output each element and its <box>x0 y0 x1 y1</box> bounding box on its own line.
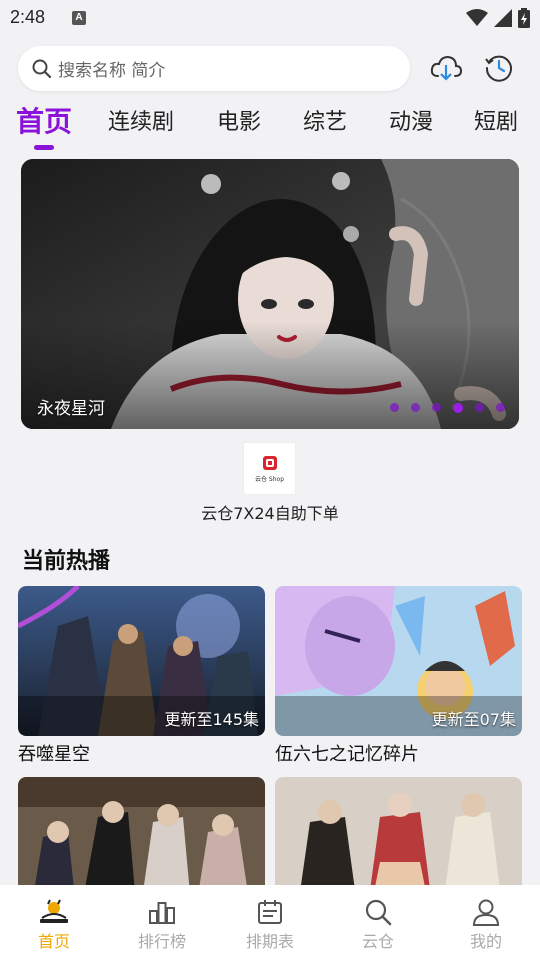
ad-logo[interactable]: 云仓 Shop <box>243 442 296 495</box>
shop-logo-icon <box>262 455 277 470</box>
cloud-download-icon <box>430 55 462 81</box>
tab-anime[interactable]: 动漫 <box>389 104 433 136</box>
ranking-icon <box>149 902 175 924</box>
carousel-dot[interactable] <box>475 403 484 412</box>
nav-profile[interactable]: 我的 <box>432 885 540 960</box>
home-logo-icon <box>40 899 68 923</box>
history-icon <box>485 55 512 82</box>
battery-icon <box>518 8 530 28</box>
status-bar: 2:48 A <box>0 0 540 36</box>
search-input[interactable]: 搜索名称 简介 <box>18 46 410 91</box>
tab-indicator <box>34 145 54 150</box>
card-thumbnail: 更新至145集 <box>18 586 265 736</box>
section-title: 当前热播 <box>22 549 111 574</box>
search-placeholder: 搜索名称 简介 <box>58 61 166 81</box>
ad-logo-text: 云仓 Shop <box>255 475 284 483</box>
nav-home[interactable]: 首页 <box>0 885 108 960</box>
signal-icon <box>494 9 512 27</box>
category-tabs: 首页 连续剧 电影 综艺 动漫 短剧 <box>0 100 540 150</box>
schedule-icon <box>258 900 282 924</box>
banner-image <box>21 159 519 429</box>
bottom-navigation: 首页 排行榜 排期表 云仓 我的 <box>0 885 540 960</box>
carousel-dot[interactable] <box>496 403 505 412</box>
carousel-dots <box>390 403 505 413</box>
card-update-badge: 更新至145集 <box>164 710 259 729</box>
ad-link[interactable]: 云仓7X24自助下单 <box>0 500 540 524</box>
nav-cloud-search[interactable]: 云仓 <box>324 885 432 960</box>
card-title[interactable]: 伍六七之记忆碎片 <box>275 740 419 766</box>
nav-ranking[interactable]: 排行榜 <box>108 885 216 960</box>
card-title[interactable]: 吞噬星空 <box>18 740 90 766</box>
tab-movies[interactable]: 电影 <box>217 104 261 136</box>
tab-variety[interactable]: 综艺 <box>303 104 347 136</box>
nav-schedule[interactable]: 排期表 <box>216 885 324 960</box>
notification-icon: A <box>72 11 86 25</box>
video-card[interactable]: 更新至07集 <box>275 586 522 736</box>
carousel-dot-active[interactable] <box>453 403 463 413</box>
wifi-icon <box>466 9 488 26</box>
user-icon <box>472 899 500 926</box>
carousel-dot[interactable] <box>390 403 399 412</box>
carousel-dot[interactable] <box>411 403 420 412</box>
nav-label: 排行榜 <box>137 932 186 951</box>
tab-series[interactable]: 连续剧 <box>108 104 174 136</box>
status-time: 2:48 <box>10 7 46 27</box>
nav-label: 我的 <box>469 932 502 951</box>
card-update-badge: 更新至07集 <box>431 710 516 729</box>
nav-label: 云仓 <box>361 932 394 951</box>
featured-banner[interactable]: 永夜星河 <box>21 159 519 429</box>
carousel-dot[interactable] <box>432 403 441 412</box>
search-icon <box>32 59 52 78</box>
tab-shorts[interactable]: 短剧 <box>474 104 518 136</box>
card-thumbnail: 更新至07集 <box>275 586 522 736</box>
nav-label: 排期表 <box>245 932 294 951</box>
search-icon <box>365 899 392 926</box>
video-card[interactable]: 更新至145集 <box>18 586 265 736</box>
status-icons <box>466 8 530 28</box>
nav-label: 首页 <box>37 932 70 951</box>
cloud-download-button[interactable] <box>428 50 464 86</box>
history-button[interactable] <box>481 50 517 86</box>
banner-title: 永夜星河 <box>37 399 105 419</box>
tab-home[interactable]: 首页 <box>16 100 72 140</box>
